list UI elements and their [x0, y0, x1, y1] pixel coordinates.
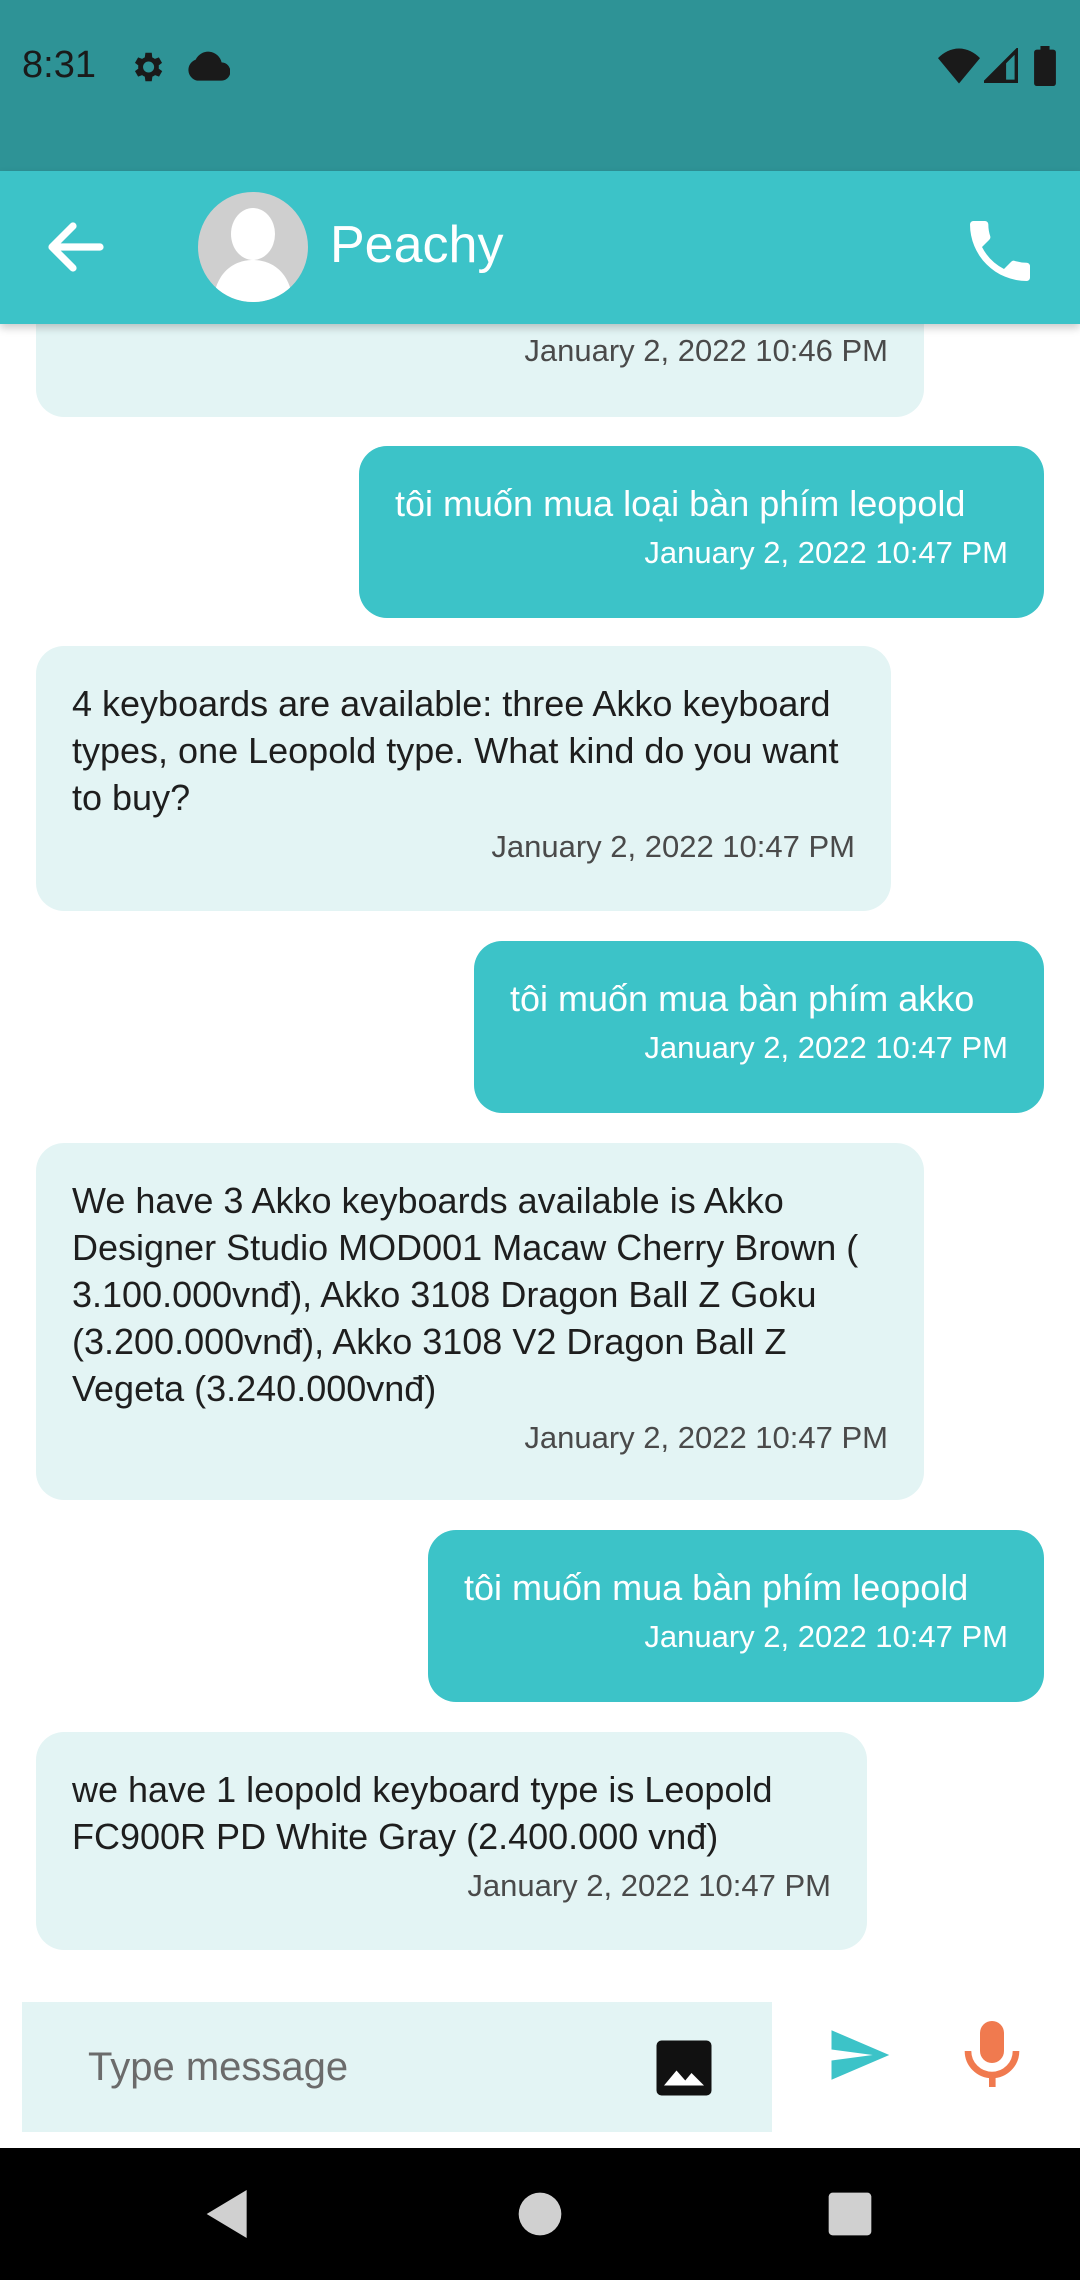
message-text: tôi muốn mua loại bàn phím leopold: [395, 483, 966, 524]
mic-icon[interactable]: [962, 2018, 1022, 2090]
message-text: we have 1 leopold keyboard type is Leopo…: [72, 1769, 773, 1857]
back-triangle-icon[interactable]: [196, 2182, 260, 2246]
message-list[interactable]: January 2, 2022 10:46 PM tôi muốn mua lo…: [0, 324, 1080, 1988]
message-bubble-incoming[interactable]: We have 3 Akko keyboards available is Ak…: [36, 1143, 924, 1500]
message-text: tôi muốn mua bàn phím leopold: [464, 1567, 969, 1608]
message-input[interactable]: [22, 2002, 622, 2132]
gear-icon: [134, 52, 163, 82]
message-timestamp: January 2, 2022 10:47 PM: [467, 1868, 831, 1903]
message-timestamp: January 2, 2022 10:47 PM: [644, 535, 1008, 570]
status-time: 8:31: [22, 44, 96, 86]
message-text: We have 3 Akko keyboards available is Ak…: [72, 1180, 859, 1409]
chat-header: Peachy: [0, 171, 1080, 324]
cloud-icon: [188, 51, 230, 81]
message-bubble-incoming[interactable]: we have 1 leopold keyboard type is Leopo…: [36, 1732, 867, 1950]
message-timestamp: January 2, 2022 10:47 PM: [644, 1619, 1008, 1654]
send-icon[interactable]: [826, 2022, 892, 2088]
system-nav-bar: [0, 2148, 1080, 2280]
person-placeholder-icon: [213, 208, 293, 302]
message-text: 4 keyboards are available: three Akko ke…: [72, 683, 839, 818]
contact-name: Peachy: [330, 216, 504, 274]
message-bubble-outgoing[interactable]: tôi muốn mua loại bàn phím leopold Janua…: [359, 446, 1044, 618]
image-icon[interactable]: [654, 2038, 714, 2098]
message-bubble-outgoing[interactable]: tôi muốn mua bàn phím leopold January 2,…: [428, 1530, 1044, 1702]
phone-icon[interactable]: [960, 211, 1040, 291]
avatar[interactable]: [198, 192, 308, 302]
message-timestamp: January 2, 2022 10:47 PM: [524, 1420, 888, 1455]
status-bar: 8:31: [0, 0, 1080, 171]
message-bubble-incoming[interactable]: January 2, 2022 10:46 PM: [36, 324, 924, 417]
signal-icon: [984, 48, 1018, 83]
message-bubble-incoming[interactable]: 4 keyboards are available: three Akko ke…: [36, 646, 891, 911]
message-timestamp: January 2, 2022 10:46 PM: [524, 333, 888, 368]
back-arrow-icon[interactable]: [40, 211, 112, 283]
home-circle-icon[interactable]: [508, 2182, 572, 2246]
message-bubble-outgoing[interactable]: tôi muốn mua bàn phím akko January 2, 20…: [474, 941, 1044, 1113]
wifi-icon: [938, 48, 980, 84]
message-input-container: [22, 2002, 772, 2132]
battery-icon: [1034, 46, 1056, 86]
message-text: tôi muốn mua bàn phím akko: [510, 978, 975, 1019]
message-timestamp: January 2, 2022 10:47 PM: [491, 829, 855, 864]
message-timestamp: January 2, 2022 10:47 PM: [644, 1030, 1008, 1065]
message-composer: [0, 1988, 1080, 2148]
recents-square-icon[interactable]: [818, 2182, 882, 2246]
